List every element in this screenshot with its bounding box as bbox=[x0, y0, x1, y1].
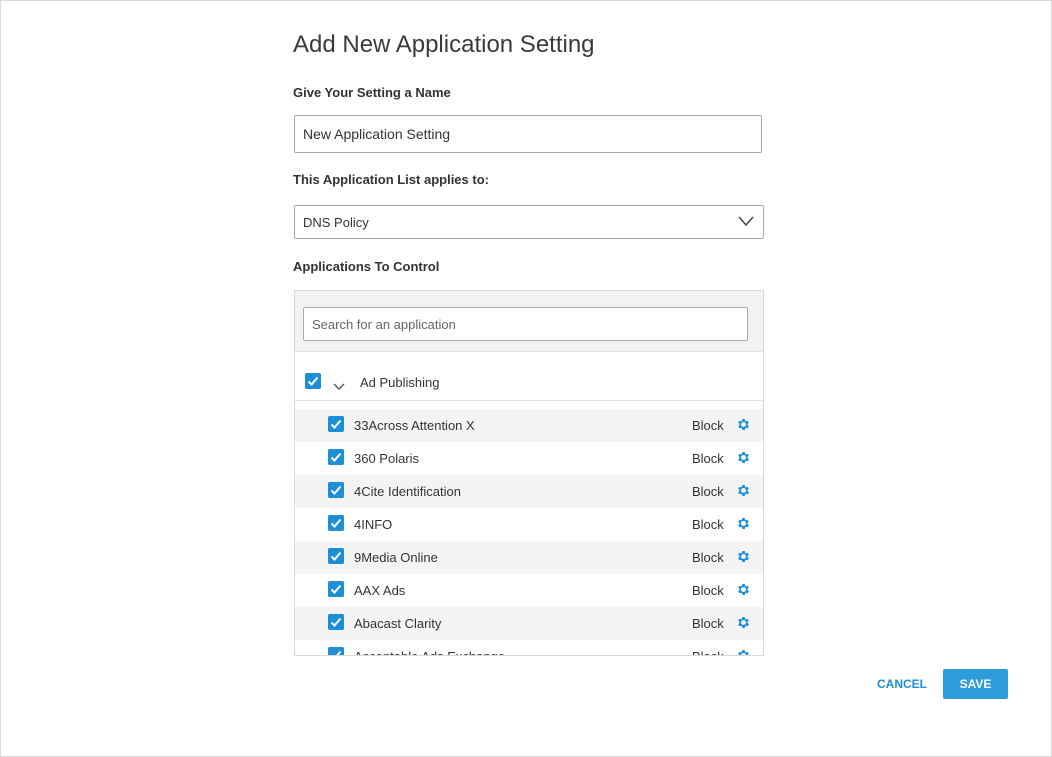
gear-icon bbox=[738, 617, 749, 628]
list-item: AAX Ads Block bbox=[295, 574, 763, 607]
checkbox-checked-icon bbox=[305, 373, 321, 389]
apps-label: Applications To Control bbox=[293, 259, 440, 274]
app-checkbox[interactable] bbox=[328, 647, 344, 655]
setting-name-input[interactable] bbox=[294, 115, 762, 153]
settings-gear-button[interactable] bbox=[736, 483, 751, 503]
app-name: 360 Polaris bbox=[354, 451, 420, 466]
search-bar bbox=[295, 291, 763, 352]
gear-icon bbox=[738, 518, 749, 529]
gear-icon bbox=[738, 419, 749, 430]
checkbox-checked-icon bbox=[328, 614, 344, 630]
app-checkbox[interactable] bbox=[328, 515, 344, 531]
app-name: 4Cite Identification bbox=[354, 484, 461, 499]
application-list-panel: Ad Publishing 33Across Attention XBlock3… bbox=[294, 290, 764, 656]
app-name: Acceptable Ads Exchange bbox=[354, 649, 505, 655]
app-action: Block bbox=[692, 451, 724, 466]
settings-gear-button[interactable] bbox=[736, 549, 751, 569]
app-action: Block bbox=[692, 418, 724, 433]
page-title: Add New Application Setting bbox=[293, 31, 595, 58]
app-action: Block bbox=[692, 517, 724, 532]
gear-icon bbox=[738, 584, 749, 595]
gear-icon bbox=[738, 650, 749, 655]
applies-to-select[interactable]: DNS Policy bbox=[294, 205, 764, 239]
app-action: Block bbox=[692, 583, 724, 598]
settings-gear-button[interactable] bbox=[736, 516, 751, 536]
checkbox-checked-icon bbox=[328, 647, 344, 655]
list-item: Abacast Clarity Block bbox=[295, 607, 763, 640]
settings-gear-button[interactable] bbox=[736, 615, 751, 635]
chevron-down-icon bbox=[737, 214, 755, 233]
checkbox-checked-icon bbox=[328, 449, 344, 465]
list-item: 360 Polaris Block bbox=[295, 442, 763, 475]
checkbox-checked-icon bbox=[328, 482, 344, 498]
application-search-input[interactable] bbox=[303, 307, 748, 341]
list-item: 4Cite Identification Block bbox=[295, 475, 763, 508]
name-label: Give Your Setting a Name bbox=[293, 85, 451, 100]
app-action: Block bbox=[692, 550, 724, 565]
app-checkbox[interactable] bbox=[328, 482, 344, 498]
applies-to-value: DNS Policy bbox=[303, 215, 369, 230]
app-checkbox[interactable] bbox=[328, 548, 344, 564]
app-action: Block bbox=[692, 484, 724, 499]
group-checkbox[interactable] bbox=[305, 373, 321, 389]
list-item: 4INFO Block bbox=[295, 508, 763, 541]
chevron-down-icon bbox=[333, 383, 345, 390]
app-checkbox[interactable] bbox=[328, 449, 344, 465]
list-item: Acceptable Ads Exchange Block bbox=[295, 640, 763, 655]
settings-gear-button[interactable] bbox=[736, 450, 751, 470]
app-name: Abacast Clarity bbox=[354, 616, 442, 631]
settings-gear-button[interactable] bbox=[736, 417, 751, 437]
checkbox-checked-icon bbox=[328, 548, 344, 564]
expand-toggle[interactable] bbox=[333, 378, 345, 396]
app-name: 9Media Online bbox=[354, 550, 438, 565]
app-name: AAX Ads bbox=[354, 583, 406, 598]
checkbox-checked-icon bbox=[328, 515, 344, 531]
gear-icon bbox=[738, 452, 749, 463]
checkbox-checked-icon bbox=[328, 581, 344, 597]
app-checkbox[interactable] bbox=[328, 614, 344, 630]
list-item: 33Across Attention X Block bbox=[295, 409, 763, 442]
category-group: Ad Publishing bbox=[295, 352, 763, 401]
save-button[interactable]: SAVE bbox=[943, 669, 1008, 699]
app-name: 4INFO bbox=[354, 517, 393, 532]
app-action: Block bbox=[692, 616, 724, 631]
applies-label: This Application List applies to: bbox=[293, 172, 489, 187]
settings-gear-button[interactable] bbox=[736, 648, 751, 655]
settings-gear-button[interactable] bbox=[736, 582, 751, 602]
dialog: Add New Application Setting Give Your Se… bbox=[0, 0, 1052, 757]
app-checkbox[interactable] bbox=[328, 416, 344, 432]
app-rows: 33Across Attention X Block 360 Polaris Bloc… bbox=[295, 401, 763, 655]
app-checkbox[interactable] bbox=[328, 581, 344, 597]
cancel-button[interactable]: CANCEL bbox=[867, 669, 937, 698]
list-item: 9Media Online Block bbox=[295, 541, 763, 574]
app-action: Block bbox=[692, 649, 724, 655]
app-name: 33Across Attention X bbox=[354, 418, 475, 433]
gear-icon bbox=[738, 485, 749, 496]
group-label: Ad Publishing bbox=[360, 375, 440, 390]
checkbox-checked-icon bbox=[328, 416, 344, 432]
gear-icon bbox=[738, 551, 749, 562]
